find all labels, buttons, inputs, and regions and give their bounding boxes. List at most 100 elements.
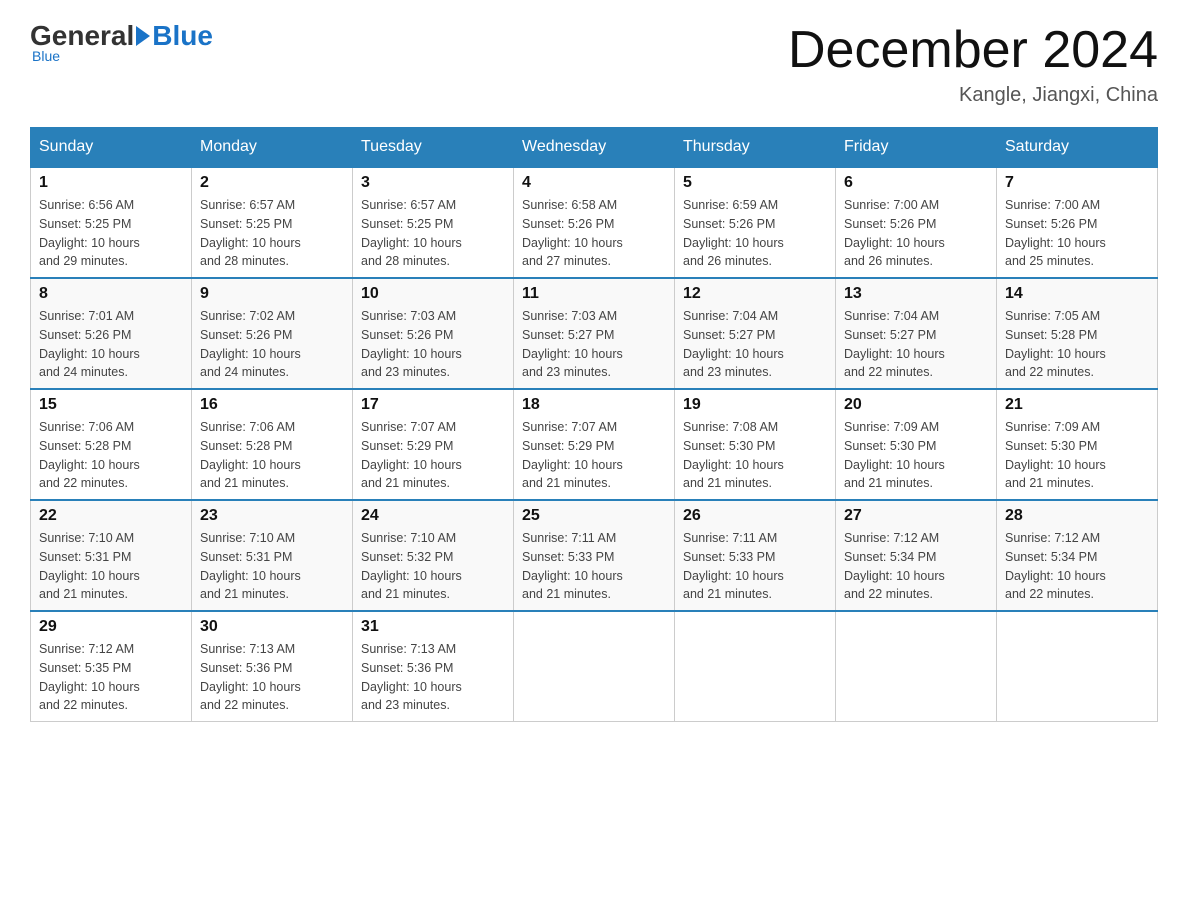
- day-cell: 19 Sunrise: 7:08 AM Sunset: 5:30 PM Dayl…: [675, 389, 836, 500]
- weekday-header-wednesday: Wednesday: [514, 128, 675, 168]
- week-row-5: 29 Sunrise: 7:12 AM Sunset: 5:35 PM Dayl…: [31, 611, 1158, 722]
- day-cell: 15 Sunrise: 7:06 AM Sunset: 5:28 PM Dayl…: [31, 389, 192, 500]
- day-cell: 5 Sunrise: 6:59 AM Sunset: 5:26 PM Dayli…: [675, 167, 836, 278]
- day-number: 27: [844, 507, 988, 525]
- day-info: Sunrise: 7:10 AM Sunset: 5:31 PM Dayligh…: [200, 529, 344, 604]
- day-cell: 24 Sunrise: 7:10 AM Sunset: 5:32 PM Dayl…: [353, 500, 514, 611]
- day-number: 18: [522, 396, 666, 414]
- day-cell: 8 Sunrise: 7:01 AM Sunset: 5:26 PM Dayli…: [31, 278, 192, 389]
- day-cell: 2 Sunrise: 6:57 AM Sunset: 5:25 PM Dayli…: [192, 167, 353, 278]
- day-cell: 25 Sunrise: 7:11 AM Sunset: 5:33 PM Dayl…: [514, 500, 675, 611]
- day-number: 17: [361, 396, 505, 414]
- day-number: 5: [683, 174, 827, 192]
- weekday-header-saturday: Saturday: [997, 128, 1158, 168]
- day-info: Sunrise: 7:00 AM Sunset: 5:26 PM Dayligh…: [1005, 196, 1149, 271]
- day-number: 25: [522, 507, 666, 525]
- day-cell: 4 Sunrise: 6:58 AM Sunset: 5:26 PM Dayli…: [514, 167, 675, 278]
- day-cell: 12 Sunrise: 7:04 AM Sunset: 5:27 PM Dayl…: [675, 278, 836, 389]
- day-info: Sunrise: 7:00 AM Sunset: 5:26 PM Dayligh…: [844, 196, 988, 271]
- day-cell: 22 Sunrise: 7:10 AM Sunset: 5:31 PM Dayl…: [31, 500, 192, 611]
- day-number: 2: [200, 174, 344, 192]
- logo-arrow-icon: [136, 26, 150, 46]
- page-header: General Blue Blue December 2024 Kangle, …: [30, 20, 1158, 107]
- day-cell: 29 Sunrise: 7:12 AM Sunset: 5:35 PM Dayl…: [31, 611, 192, 722]
- day-info: Sunrise: 7:12 AM Sunset: 5:35 PM Dayligh…: [39, 640, 183, 715]
- day-info: Sunrise: 7:12 AM Sunset: 5:34 PM Dayligh…: [1005, 529, 1149, 604]
- day-number: 29: [39, 618, 183, 636]
- day-info: Sunrise: 7:03 AM Sunset: 5:27 PM Dayligh…: [522, 307, 666, 382]
- day-info: Sunrise: 7:12 AM Sunset: 5:34 PM Dayligh…: [844, 529, 988, 604]
- day-cell: 6 Sunrise: 7:00 AM Sunset: 5:26 PM Dayli…: [836, 167, 997, 278]
- day-cell: [836, 611, 997, 722]
- day-number: 22: [39, 507, 183, 525]
- day-info: Sunrise: 7:07 AM Sunset: 5:29 PM Dayligh…: [361, 418, 505, 493]
- weekday-header-thursday: Thursday: [675, 128, 836, 168]
- day-info: Sunrise: 7:13 AM Sunset: 5:36 PM Dayligh…: [200, 640, 344, 715]
- logo: General Blue Blue: [30, 20, 213, 64]
- weekday-header-friday: Friday: [836, 128, 997, 168]
- weekday-header-monday: Monday: [192, 128, 353, 168]
- day-info: Sunrise: 7:07 AM Sunset: 5:29 PM Dayligh…: [522, 418, 666, 493]
- day-info: Sunrise: 7:11 AM Sunset: 5:33 PM Dayligh…: [522, 529, 666, 604]
- day-number: 16: [200, 396, 344, 414]
- day-cell: 7 Sunrise: 7:00 AM Sunset: 5:26 PM Dayli…: [997, 167, 1158, 278]
- day-cell: 31 Sunrise: 7:13 AM Sunset: 5:36 PM Dayl…: [353, 611, 514, 722]
- day-info: Sunrise: 6:57 AM Sunset: 5:25 PM Dayligh…: [200, 196, 344, 271]
- day-info: Sunrise: 7:01 AM Sunset: 5:26 PM Dayligh…: [39, 307, 183, 382]
- day-cell: 30 Sunrise: 7:13 AM Sunset: 5:36 PM Dayl…: [192, 611, 353, 722]
- day-cell: 1 Sunrise: 6:56 AM Sunset: 5:25 PM Dayli…: [31, 167, 192, 278]
- day-info: Sunrise: 7:10 AM Sunset: 5:32 PM Dayligh…: [361, 529, 505, 604]
- weekday-header-tuesday: Tuesday: [353, 128, 514, 168]
- day-number: 4: [522, 174, 666, 192]
- day-info: Sunrise: 7:05 AM Sunset: 5:28 PM Dayligh…: [1005, 307, 1149, 382]
- day-number: 6: [844, 174, 988, 192]
- day-info: Sunrise: 7:02 AM Sunset: 5:26 PM Dayligh…: [200, 307, 344, 382]
- day-info: Sunrise: 6:59 AM Sunset: 5:26 PM Dayligh…: [683, 196, 827, 271]
- day-cell: [997, 611, 1158, 722]
- day-number: 11: [522, 285, 666, 303]
- day-info: Sunrise: 7:10 AM Sunset: 5:31 PM Dayligh…: [39, 529, 183, 604]
- day-number: 15: [39, 396, 183, 414]
- day-number: 28: [1005, 507, 1149, 525]
- day-cell: 17 Sunrise: 7:07 AM Sunset: 5:29 PM Dayl…: [353, 389, 514, 500]
- day-number: 30: [200, 618, 344, 636]
- day-number: 24: [361, 507, 505, 525]
- day-cell: 28 Sunrise: 7:12 AM Sunset: 5:34 PM Dayl…: [997, 500, 1158, 611]
- day-cell: 21 Sunrise: 7:09 AM Sunset: 5:30 PM Dayl…: [997, 389, 1158, 500]
- day-number: 23: [200, 507, 344, 525]
- day-number: 26: [683, 507, 827, 525]
- day-number: 31: [361, 618, 505, 636]
- day-cell: 10 Sunrise: 7:03 AM Sunset: 5:26 PM Dayl…: [353, 278, 514, 389]
- week-row-1: 1 Sunrise: 6:56 AM Sunset: 5:25 PM Dayli…: [31, 167, 1158, 278]
- week-row-3: 15 Sunrise: 7:06 AM Sunset: 5:28 PM Dayl…: [31, 389, 1158, 500]
- day-info: Sunrise: 7:09 AM Sunset: 5:30 PM Dayligh…: [844, 418, 988, 493]
- day-number: 19: [683, 396, 827, 414]
- day-cell: [514, 611, 675, 722]
- day-info: Sunrise: 7:04 AM Sunset: 5:27 PM Dayligh…: [683, 307, 827, 382]
- calendar-table: SundayMondayTuesdayWednesdayThursdayFrid…: [30, 127, 1158, 722]
- week-row-2: 8 Sunrise: 7:01 AM Sunset: 5:26 PM Dayli…: [31, 278, 1158, 389]
- day-info: Sunrise: 6:58 AM Sunset: 5:26 PM Dayligh…: [522, 196, 666, 271]
- day-cell: 16 Sunrise: 7:06 AM Sunset: 5:28 PM Dayl…: [192, 389, 353, 500]
- day-number: 13: [844, 285, 988, 303]
- day-cell: 27 Sunrise: 7:12 AM Sunset: 5:34 PM Dayl…: [836, 500, 997, 611]
- day-cell: 23 Sunrise: 7:10 AM Sunset: 5:31 PM Dayl…: [192, 500, 353, 611]
- day-number: 20: [844, 396, 988, 414]
- day-info: Sunrise: 7:09 AM Sunset: 5:30 PM Dayligh…: [1005, 418, 1149, 493]
- day-number: 12: [683, 285, 827, 303]
- day-cell: 26 Sunrise: 7:11 AM Sunset: 5:33 PM Dayl…: [675, 500, 836, 611]
- day-info: Sunrise: 7:06 AM Sunset: 5:28 PM Dayligh…: [200, 418, 344, 493]
- day-number: 9: [200, 285, 344, 303]
- location: Kangle, Jiangxi, China: [788, 84, 1158, 107]
- day-cell: [675, 611, 836, 722]
- day-number: 8: [39, 285, 183, 303]
- day-number: 14: [1005, 285, 1149, 303]
- weekday-header-sunday: Sunday: [31, 128, 192, 168]
- day-cell: 13 Sunrise: 7:04 AM Sunset: 5:27 PM Dayl…: [836, 278, 997, 389]
- day-number: 1: [39, 174, 183, 192]
- logo-blue-text: Blue: [152, 20, 213, 52]
- month-title: December 2024: [788, 20, 1158, 80]
- day-cell: 9 Sunrise: 7:02 AM Sunset: 5:26 PM Dayli…: [192, 278, 353, 389]
- day-info: Sunrise: 7:06 AM Sunset: 5:28 PM Dayligh…: [39, 418, 183, 493]
- day-info: Sunrise: 7:03 AM Sunset: 5:26 PM Dayligh…: [361, 307, 505, 382]
